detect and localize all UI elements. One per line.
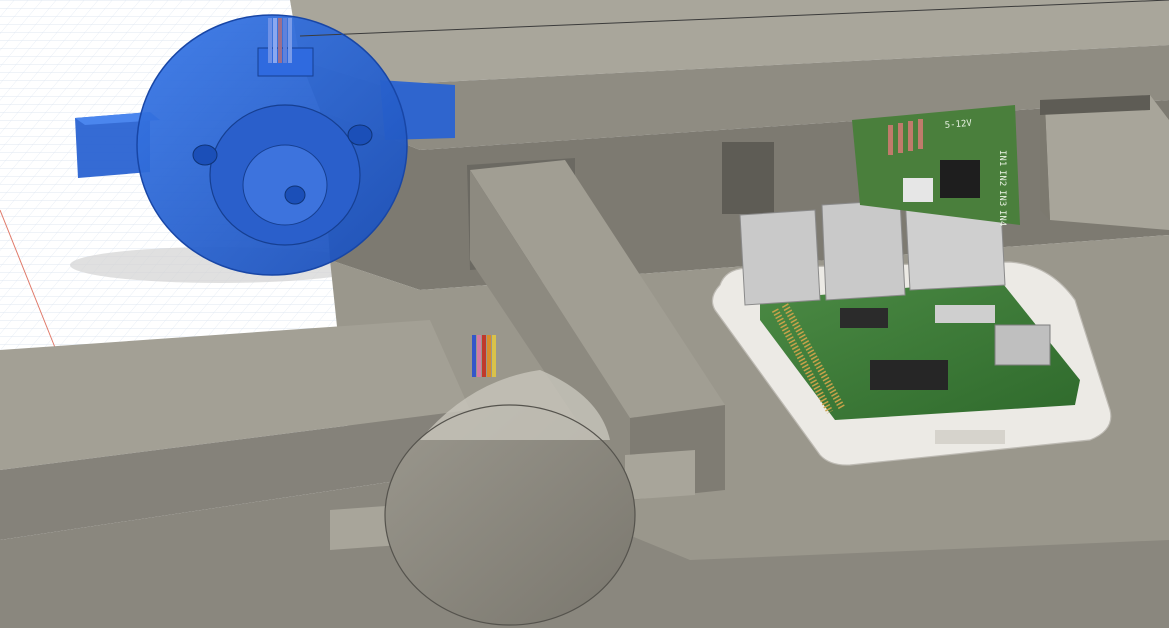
driver-connector <box>903 178 933 202</box>
cad-viewport[interactable]: 5-12V IN1 IN2 IN3 IN4 <box>0 0 1169 628</box>
driver-pin-label: IN3 <box>997 190 1007 206</box>
driver-pin-label: IN4 <box>997 210 1007 226</box>
wall-slot-1 <box>722 142 774 214</box>
usb-port-1 <box>739 209 821 306</box>
hdmi-port <box>994 324 1051 366</box>
motor-wires-upper <box>268 18 292 63</box>
secondary-chip <box>840 308 888 328</box>
ribbon-connector <box>935 305 995 323</box>
driver-pin-label: IN1 <box>997 150 1007 166</box>
usb-port-2 <box>821 199 906 301</box>
case-notch <box>935 430 1005 444</box>
3d-scene[interactable]: 5-12V IN1 IN2 IN3 IN4 <box>0 0 1169 628</box>
driver-chip-socket <box>940 160 980 198</box>
main-chip <box>870 360 948 390</box>
driver-pin-label: IN2 <box>997 170 1007 186</box>
motor-wires-lower <box>472 335 496 377</box>
